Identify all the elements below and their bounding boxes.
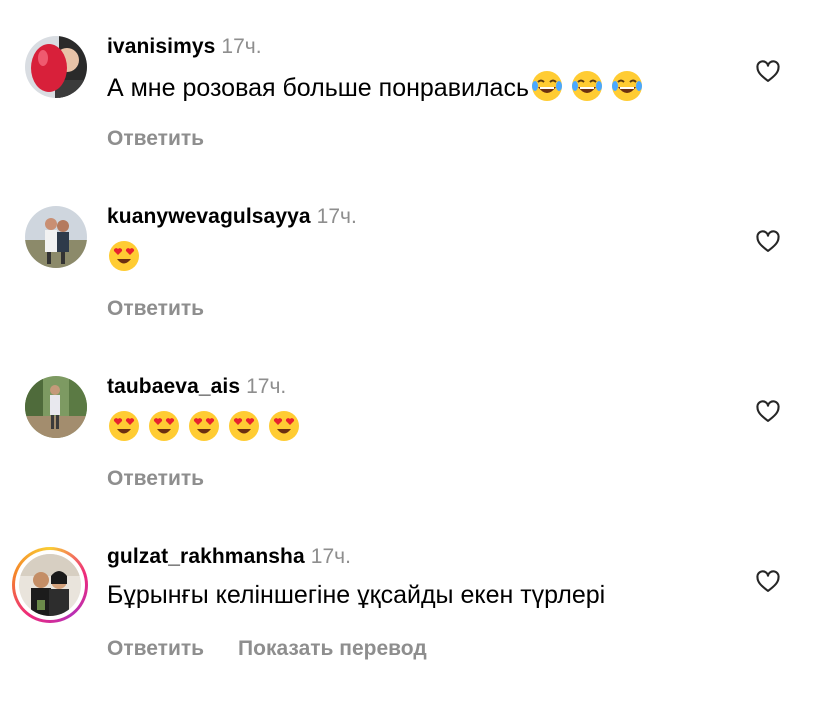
comment-text [107,409,307,444]
heart-icon[interactable] [754,397,782,425]
comment-header: ivanisimys 17ч. [107,33,262,61]
heart-icon[interactable] [754,57,782,85]
heart-eyes-emoji-icon [147,409,181,443]
avatar[interactable] [25,206,87,268]
heart-eyes-emoji-icon [187,409,221,443]
avatar-image [25,376,87,438]
reply-button[interactable]: Ответить [107,637,204,660]
reply-button[interactable]: Ответить [107,127,204,150]
timestamp: 17ч. [316,205,357,228]
comment-text: А мне розовая больше понравилась [107,69,650,104]
comment-body: Бұрынғы келіншегіне ұқсайды екен түрлері [107,581,606,609]
username[interactable]: taubaeva_ais [107,375,240,398]
avatar[interactable] [25,376,87,438]
timestamp: 17ч. [310,545,351,568]
heart-eyes-emoji-icon [267,409,301,443]
comment-actions: Ответить [107,297,204,321]
comment-header: taubaeva_ais 17ч. [107,373,286,401]
comment-item: gulzat_rakhmansha 17ч. Бұрынғы келіншегін… [0,543,829,713]
comment-body: А мне розовая больше понравилась [107,74,529,102]
heart-eyes-emoji-icon [107,239,141,273]
avatar-image [25,206,87,268]
timestamp: 17ч. [246,375,287,398]
avatar-image [19,554,81,616]
comment-item: kuanywevagulsayya 17ч. Ответить [0,203,829,373]
comment-actions: Ответить [107,127,204,151]
username[interactable]: kuanywevagulsayya [107,205,311,228]
avatar[interactable] [25,36,87,98]
comment-item: ivanisimys 17ч. А мне розовая больше понр… [0,33,829,203]
heart-icon[interactable] [754,227,782,255]
heart-eyes-emoji-icon [107,409,141,443]
show-translation-button[interactable]: Показать перевод [238,637,427,660]
username[interactable]: gulzat_rakhmansha [107,545,305,568]
comment-actions: Ответить [107,467,204,491]
comment-item: taubaeva_ais 17ч. Ответить [0,373,829,543]
laughing-tears-emoji-icon [570,69,604,103]
laughing-tears-emoji-icon [530,69,564,103]
comment-text [107,239,147,274]
comment-actions: Ответить Показать перевод [107,637,427,661]
reply-button[interactable]: Ответить [107,467,204,490]
heart-icon[interactable] [754,567,782,595]
heart-eyes-emoji-icon [227,409,261,443]
timestamp: 17ч. [221,35,262,58]
comment-header: gulzat_rakhmansha 17ч. [107,543,351,571]
avatar [19,554,81,616]
avatar-image [25,36,87,98]
reply-button[interactable]: Ответить [107,297,204,320]
comment-header: kuanywevagulsayya 17ч. [107,203,357,231]
username[interactable]: ivanisimys [107,35,215,58]
comment-text: Бұрынғы келіншегіне ұқсайды екен түрлері [107,579,605,611]
laughing-tears-emoji-icon [610,69,644,103]
story-ring-avatar[interactable] [12,547,88,623]
